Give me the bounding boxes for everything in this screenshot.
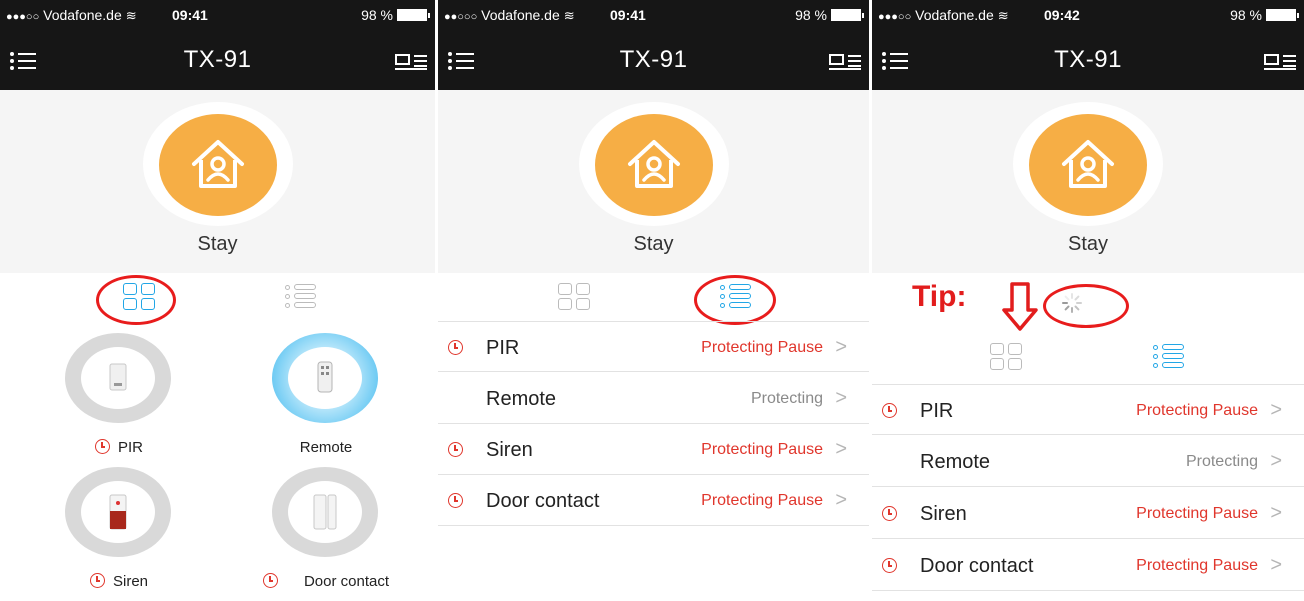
clock-icon bbox=[448, 442, 463, 457]
status-time: 09:41 bbox=[610, 7, 646, 23]
clock-icon bbox=[262, 573, 278, 588]
clock-icon bbox=[448, 493, 463, 508]
status-bar: ●●○○○ Vodafone.de ≋ 09:41 98 % bbox=[438, 5, 869, 25]
clock-icon bbox=[448, 340, 463, 355]
chevron-right-icon: > bbox=[835, 387, 847, 409]
status-badge: Protecting Pause bbox=[1136, 505, 1258, 522]
status-badge: Protecting Pause bbox=[701, 441, 823, 458]
clock-icon bbox=[94, 439, 110, 454]
message-list-icon[interactable] bbox=[395, 52, 427, 70]
carrier: ●●●○○ Vodafone.de ≋ bbox=[6, 7, 137, 23]
status-badge: Protecting Pause bbox=[1136, 402, 1258, 419]
top-bar: ●●●○○ Vodafone.de ≋ 09:42 98 % TX-91 bbox=[872, 0, 1304, 90]
wifi-icon: ≋ bbox=[997, 8, 1009, 23]
carrier: ●●○○○ Vodafone.de ≋ bbox=[444, 7, 575, 23]
house-person-icon bbox=[191, 140, 244, 188]
grid-view-icon[interactable] bbox=[990, 343, 1024, 373]
house-person-icon bbox=[1062, 140, 1114, 188]
list-item-door-contact[interactable]: Door contact Protecting Pause > bbox=[872, 540, 1304, 591]
status-time: 09:41 bbox=[172, 7, 208, 23]
stay-mode-button[interactable] bbox=[158, 114, 277, 216]
list-view-icon[interactable] bbox=[1153, 343, 1187, 373]
remote-icon bbox=[288, 347, 362, 409]
battery: 98 % bbox=[1230, 7, 1299, 23]
chevron-right-icon: > bbox=[1270, 450, 1282, 472]
status-badge: Protecting Pause bbox=[701, 339, 823, 356]
annotation-circle bbox=[1043, 284, 1129, 328]
clock-icon bbox=[882, 558, 897, 573]
device-remote[interactable]: Remote bbox=[251, 333, 401, 468]
view-switcher bbox=[0, 273, 435, 321]
device-pir[interactable]: PIR bbox=[44, 333, 194, 468]
siren-icon bbox=[81, 481, 155, 543]
chevron-right-icon: > bbox=[1270, 554, 1282, 576]
battery: 98 % bbox=[795, 7, 864, 23]
house-person-icon bbox=[627, 140, 680, 188]
status-time: 09:42 bbox=[1044, 7, 1080, 23]
wifi-icon: ≋ bbox=[125, 8, 137, 23]
chevron-right-icon: > bbox=[1270, 399, 1282, 421]
nav-bar: TX-91 bbox=[0, 40, 435, 80]
mode-label: Stay bbox=[1067, 233, 1109, 255]
list-item-siren[interactable]: Siren Protecting Pause > bbox=[872, 488, 1304, 539]
top-bar: ●●○○○ Vodafone.de ≋ 09:41 98 % TX-91 bbox=[438, 0, 869, 90]
list-item-remote[interactable]: Remote Protecting > bbox=[872, 436, 1304, 487]
mode-label: Stay bbox=[197, 233, 238, 255]
spinner-icon bbox=[1062, 293, 1082, 313]
door-contact-icon bbox=[288, 481, 362, 543]
top-bar: ●●●○○ Vodafone.de ≋ 09:41 98 % TX-91 bbox=[0, 0, 435, 90]
grid-view-icon[interactable] bbox=[123, 283, 157, 313]
message-list-icon[interactable] bbox=[1264, 52, 1296, 70]
mode-panel: Stay bbox=[438, 90, 869, 273]
view-switcher bbox=[438, 273, 869, 321]
carrier: ●●●○○ Vodafone.de ≋ bbox=[878, 7, 1009, 23]
nav-bar: TX-91 bbox=[872, 40, 1304, 80]
chevron-right-icon: > bbox=[835, 336, 847, 358]
chevron-right-icon: > bbox=[1270, 502, 1282, 524]
nav-bar: TX-91 bbox=[438, 40, 869, 80]
clock-icon bbox=[89, 573, 105, 588]
page-title: TX-91 bbox=[1054, 46, 1122, 73]
stay-mode-button[interactable] bbox=[594, 114, 713, 216]
clock-icon bbox=[882, 506, 897, 521]
battery-icon bbox=[1266, 9, 1299, 21]
grid-view-icon[interactable] bbox=[558, 283, 592, 313]
battery: 98 % bbox=[361, 7, 430, 23]
status-badge: Protecting bbox=[1185, 453, 1258, 470]
chevron-right-icon: > bbox=[835, 438, 847, 460]
status-bar: ●●●○○ Vodafone.de ≋ 09:41 98 % bbox=[0, 5, 435, 25]
view-switcher bbox=[872, 333, 1304, 381]
clock-icon bbox=[882, 403, 897, 418]
mode-panel: Stay bbox=[0, 90, 435, 273]
list-item-remote[interactable]: Remote Protecting > bbox=[438, 373, 869, 424]
chevron-right-icon: > bbox=[835, 489, 847, 511]
message-list-icon[interactable] bbox=[829, 52, 861, 70]
list-item-pir[interactable]: PIR Protecting Pause > bbox=[438, 321, 869, 372]
screen-list-view-loading: ●●●○○ Vodafone.de ≋ 09:42 98 % TX-91 Sta… bbox=[872, 0, 1304, 601]
page-title: TX-91 bbox=[619, 46, 688, 73]
list-item-siren[interactable]: Siren Protecting Pause > bbox=[438, 424, 869, 475]
page-title: TX-91 bbox=[183, 46, 252, 73]
device-siren[interactable]: Siren bbox=[44, 467, 194, 601]
status-badge: Protecting Pause bbox=[701, 492, 823, 509]
down-arrow-icon bbox=[1002, 282, 1038, 331]
status-badge: Protecting bbox=[750, 390, 823, 407]
mode-panel: Stay bbox=[872, 90, 1304, 273]
mode-label: Stay bbox=[633, 233, 674, 255]
list-item-door-contact[interactable]: Door contact Protecting Pause > bbox=[438, 475, 869, 526]
pir-sensor-icon bbox=[81, 347, 155, 409]
list-item-pir[interactable]: PIR Protecting Pause > bbox=[872, 384, 1304, 435]
list-view-icon[interactable] bbox=[720, 283, 754, 313]
wifi-icon: ≋ bbox=[563, 8, 575, 23]
status-badge: Protecting Pause bbox=[1136, 557, 1258, 574]
screen-grid-view: ●●●○○ Vodafone.de ≋ 09:41 98 % TX-91 Sta… bbox=[0, 0, 435, 601]
list-view-icon[interactable] bbox=[285, 283, 319, 313]
status-bar: ●●●○○ Vodafone.de ≋ 09:42 98 % bbox=[872, 5, 1304, 25]
screen-list-view: ●●○○○ Vodafone.de ≋ 09:41 98 % TX-91 Sta… bbox=[438, 0, 869, 601]
tip-annotation: Tip: bbox=[912, 280, 967, 313]
battery-icon bbox=[397, 9, 430, 21]
stay-mode-button[interactable] bbox=[1029, 114, 1147, 216]
device-door-contact[interactable]: Door contact bbox=[251, 467, 401, 601]
battery-icon bbox=[831, 9, 864, 21]
